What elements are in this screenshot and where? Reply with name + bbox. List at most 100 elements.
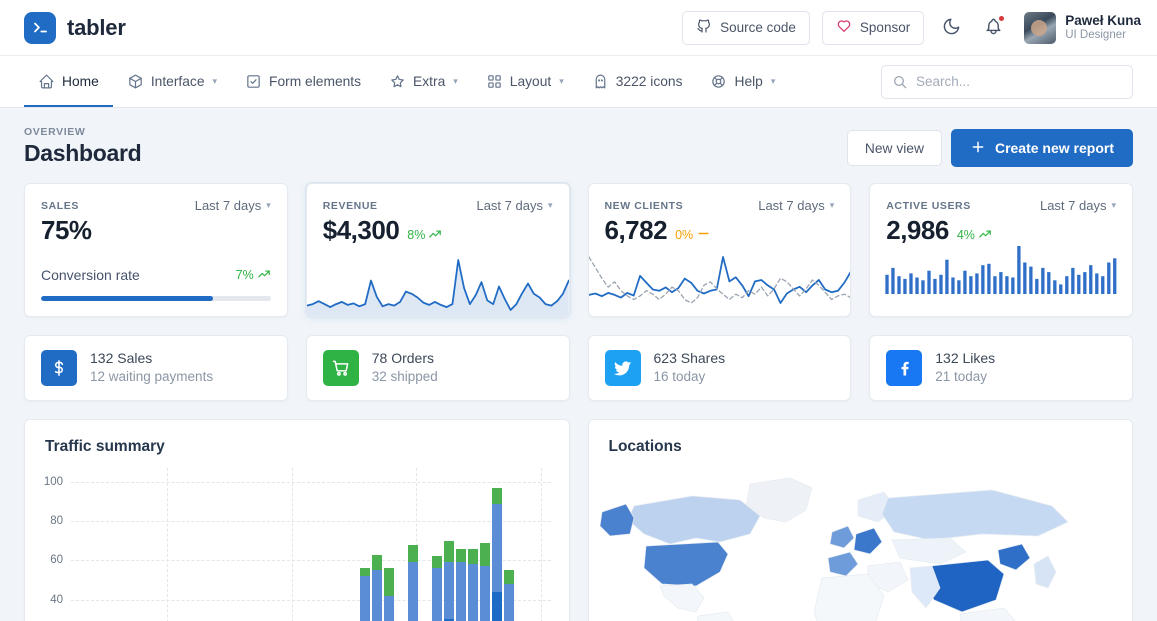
- traffic-bar-segment-social: [456, 548, 467, 563]
- source-code-button[interactable]: Source code: [682, 10, 810, 45]
- nav-item-layout[interactable]: Layout ▾: [472, 56, 578, 107]
- traffic-plot-area: [71, 468, 551, 621]
- stat-period-label: Last 7 days: [476, 198, 543, 213]
- stat-card-active-users-body: ACTIVE USERS Last 7 days ▾ 2,986 4%: [870, 184, 1132, 246]
- traffic-bar-column[interactable]: [443, 540, 454, 621]
- facebook-icon: [886, 350, 923, 386]
- mini-card-orders[interactable]: 78 Orders 32 shipped: [305, 335, 570, 401]
- map-region-russia: [881, 489, 1069, 541]
- stat-value: 6,782: [604, 215, 668, 245]
- traffic-bar-segment-referral: [431, 568, 442, 621]
- stat-card-sales: SALES Last 7 days ▾ 75% Conversion rate …: [24, 183, 288, 317]
- traffic-bar-segment-social: [359, 568, 370, 577]
- stat-value: 75%: [41, 215, 92, 245]
- conversion-progress-bar: [41, 295, 271, 301]
- stat-period-dropdown[interactable]: Last 7 days ▾: [476, 198, 552, 213]
- mini-card-text: 623 Shares 16 today: [654, 349, 726, 386]
- create-new-report-label: Create new report: [994, 140, 1114, 156]
- traffic-bar-column[interactable]: [359, 568, 370, 621]
- nav-item-icons[interactable]: 3222 icons: [578, 56, 697, 107]
- user-role: UI Designer: [1065, 28, 1126, 41]
- locations-panel: Locations: [587, 419, 1133, 621]
- stat-value-row: 2,986 4%: [886, 215, 1116, 246]
- new-clients-sparkline-chart: [588, 256, 851, 304]
- create-new-report-button[interactable]: Create new report: [950, 129, 1133, 167]
- home-icon: [38, 73, 55, 90]
- world-map-choropleth[interactable]: [600, 472, 1120, 621]
- stat-label: SALES: [41, 199, 79, 212]
- nav-item-help[interactable]: Help ▾: [696, 56, 789, 107]
- sponsor-label: Sponsor: [859, 20, 911, 35]
- source-code-label: Source code: [720, 20, 796, 35]
- stat-card-new-clients-header: NEW CLIENTS Last 7 days ▾: [605, 198, 835, 213]
- dollar-icon: [41, 350, 77, 386]
- nav-item-label: Layout: [509, 74, 552, 89]
- box-icon: [127, 73, 144, 90]
- stat-period-dropdown[interactable]: Last 7 days ▾: [1040, 198, 1116, 213]
- mini-card-text: 78 Orders 32 shipped: [372, 349, 438, 386]
- traffic-bar-segment-referral: [371, 570, 382, 621]
- traffic-summary-chart: 100 80 60 40: [25, 468, 569, 621]
- nav-item-extra[interactable]: Extra ▾: [375, 56, 472, 107]
- stat-value-row: 6,782 0%: [604, 215, 835, 246]
- mini-card-sales[interactable]: 132 Sales 12 waiting payments: [24, 335, 288, 401]
- map-region-canada: [627, 495, 761, 545]
- traffic-bar-column[interactable]: [468, 548, 479, 621]
- nav-item-label: Home: [62, 74, 99, 89]
- notifications-button[interactable]: [978, 13, 1008, 43]
- minus-icon: [696, 226, 711, 244]
- y-axis-tick-label: 100: [43, 476, 63, 488]
- stat-delta-value: 8%: [407, 228, 426, 242]
- mini-card-subtitle: 12 waiting payments: [90, 369, 214, 385]
- mini-card-likes[interactable]: 132 Likes 21 today: [869, 335, 1133, 401]
- stat-label: NEW CLIENTS: [604, 199, 684, 212]
- traffic-bar-segment-referral: [492, 503, 503, 592]
- stat-label: REVENUE: [322, 199, 378, 212]
- stat-label: ACTIVE USERS: [886, 199, 971, 212]
- theme-toggle-button[interactable]: [936, 13, 966, 43]
- mini-card-shares[interactable]: 623 Shares 16 today: [587, 335, 852, 401]
- nav-item-home[interactable]: Home: [24, 56, 113, 107]
- traffic-bar-column[interactable]: [383, 568, 394, 621]
- nav-item-interface[interactable]: Interface ▾: [113, 56, 231, 107]
- nav-item-label: Help: [734, 74, 763, 89]
- stat-card-active-users: ACTIVE USERS Last 7 days ▾ 2,986 4%: [869, 183, 1133, 317]
- traffic-bar-column[interactable]: [371, 554, 382, 621]
- trend-up-icon: [428, 227, 442, 244]
- traffic-bar-column[interactable]: [504, 570, 515, 621]
- trend-up-icon: [257, 267, 271, 284]
- mini-card-text: 132 Likes 21 today: [935, 349, 995, 386]
- brand-logo[interactable]: tabler: [24, 11, 126, 44]
- conversion-rate-row: Conversion rate 7%: [41, 267, 271, 284]
- traffic-bar-segment-referral: [359, 576, 370, 621]
- stat-delta-value: 0%: [675, 228, 694, 242]
- layout-grid-icon: [486, 73, 503, 90]
- stat-period-dropdown[interactable]: Last 7 days ▾: [195, 198, 271, 213]
- locations-title: Locations: [608, 438, 682, 455]
- traffic-bar-segment-social: [407, 544, 418, 563]
- search-input[interactable]: [881, 64, 1133, 99]
- new-view-button[interactable]: New view: [846, 130, 942, 166]
- nav-item-form-elements[interactable]: Form elements: [231, 56, 375, 107]
- ghost-icon: [592, 73, 609, 90]
- traffic-bar-column[interactable]: [456, 548, 467, 621]
- stat-period-dropdown[interactable]: Last 7 days ▾: [758, 198, 834, 213]
- traffic-bar-column[interactable]: [480, 542, 491, 621]
- traffic-bar-segment-social: [383, 568, 394, 596]
- traffic-bar-segment-referral: [504, 583, 515, 621]
- revenue-sparkline-chart: [306, 259, 569, 316]
- stat-delta: 0%: [675, 226, 711, 244]
- search-container: [881, 64, 1133, 99]
- stat-delta-value: 4%: [956, 228, 975, 242]
- nav-item-label: Form elements: [269, 74, 362, 89]
- sponsor-button[interactable]: Sponsor: [821, 10, 925, 45]
- page-pretitle: OVERVIEW: [24, 126, 86, 138]
- traffic-bar-column[interactable]: [407, 544, 418, 621]
- map-region-alaska: [600, 503, 635, 537]
- trend-up-icon: [978, 227, 992, 244]
- notification-badge-dot: [998, 14, 1006, 22]
- traffic-bar-column[interactable]: [492, 487, 503, 621]
- user-menu[interactable]: Paweł Kuna UI Designer: [1020, 11, 1141, 44]
- traffic-bar-column[interactable]: [431, 556, 442, 621]
- map-region-south-america: [697, 611, 735, 621]
